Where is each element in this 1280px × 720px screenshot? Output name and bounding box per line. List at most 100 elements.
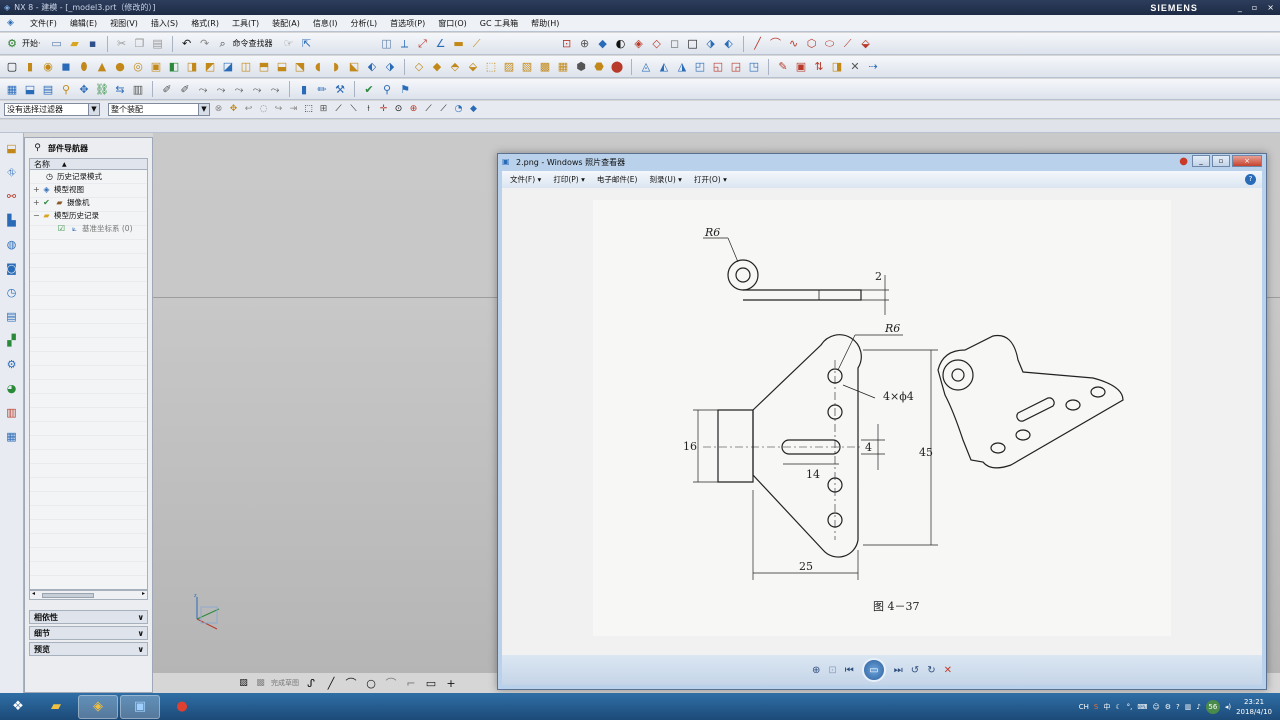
pattern-feature-icon[interactable]: ⬙ [465,59,481,75]
shaded-icon[interactable]: ◐ [613,36,629,52]
hidden-1-icon[interactable]: ✐ [159,81,175,97]
chamfer-icon[interactable]: ⌐ [403,675,419,691]
copy-icon[interactable]: ❐ [132,36,148,52]
clock[interactable]: 23:21 2018/4/10 [1236,697,1272,717]
snap-quadrant-icon[interactable]: ⊕ [407,103,420,116]
settings-icon[interactable]: ⚙ [1165,703,1171,711]
snap-center-icon[interactable]: ⊙ [392,103,405,116]
select-icon[interactable]: ⇱ [299,36,315,52]
menu-window[interactable]: 窗口(O) [438,18,467,29]
rotate-left-icon[interactable]: ↺ [911,665,919,676]
paste-icon[interactable]: ▤ [150,36,166,52]
hidden-7-icon[interactable]: ⤳ [267,81,283,97]
measure-distance-icon[interactable]: ⤢ [415,36,431,52]
rib-icon[interactable]: ◫ [238,59,254,75]
process-studio-icon[interactable]: ▞ [3,331,21,349]
reorder-icon[interactable]: ⇅ [811,59,827,75]
palette-icon[interactable]: ◕ [3,379,21,397]
web-browser-icon[interactable]: ◍ [3,235,21,253]
fit-icon[interactable]: ⊡ [559,36,575,52]
help-icon[interactable]: ? [1245,174,1256,185]
scroll-thumb[interactable] [42,593,94,598]
render-style-icon[interactable]: ◈ [631,36,647,52]
explode-icon[interactable]: ▥ [130,81,146,97]
scroll-left-icon[interactable]: ◂ [32,590,35,597]
report-icon[interactable]: ⚑ [397,81,413,97]
viewer-menu-open[interactable]: 打开(O) ▾ [694,174,727,185]
suppress-icon[interactable]: ◨ [829,59,845,75]
assembly-nav-icon[interactable]: ▦ [4,81,20,97]
hidden-4-icon[interactable]: ⤳ [213,81,229,97]
pencil-icon[interactable]: ✏ [314,81,330,97]
sketch-icon[interactable]: ▨ [237,677,250,690]
curve-rule-icon[interactable]: ↪ [272,103,285,116]
preview-panel[interactable]: 预览 ∨ [29,642,148,656]
menu-file[interactable]: 文件(F) [30,18,57,29]
orient-view-icon[interactable]: ◆ [595,36,611,52]
edges-icon[interactable]: ◇ [649,36,665,52]
surface-1-icon[interactable]: ◬ [638,59,654,75]
new-component-icon[interactable]: ▤ [40,81,56,97]
surface-6-icon[interactable]: ◲ [728,59,744,75]
new-file-icon[interactable]: ▭ [49,36,65,52]
undo-icon[interactable]: ↶ [179,36,195,52]
network-icon[interactable]: ▥ [1185,703,1192,711]
menu-information[interactable]: 信息(I) [313,18,338,29]
line-icon[interactable]: ╱ [750,36,766,52]
edit-feature-icon[interactable]: ✎ [775,59,791,75]
project-curve-icon[interactable]: ⬙ [858,36,874,52]
expand-toggle[interactable]: + [33,198,41,207]
surface-3-icon[interactable]: ◮ [674,59,690,75]
cut-icon[interactable]: ✂ [114,36,130,52]
trimetric-icon[interactable]: ⬗ [703,36,719,52]
snap-tangent-icon[interactable]: ⟋ [422,103,435,116]
app-menu-icon[interactable]: ◈ [4,17,17,30]
ellipse-icon[interactable]: ⬭ [822,36,838,52]
start-orb-icon[interactable]: ❖ [2,695,34,719]
menu-edit[interactable]: 编辑(E) [70,18,97,29]
polygon-icon[interactable]: ⬡ [804,36,820,52]
revolve-icon[interactable]: ◉ [40,59,56,75]
thicken-icon[interactable]: ▨ [501,59,517,75]
help-tray-icon[interactable]: ? [1176,703,1180,711]
datum-axis-icon[interactable]: ◆ [429,59,445,75]
visual-report-icon[interactable]: ▥ [3,403,21,421]
viewer-menu-print[interactable]: 打印(P) ▾ [553,174,585,185]
line-icon[interactable]: ╱ [323,675,339,691]
component-pattern-icon[interactable]: ⚲ [58,81,74,97]
hd3d-icon[interactable]: ▦ [3,427,21,445]
expand-toggle[interactable]: + [33,185,41,194]
photo-viewer-taskbar-icon[interactable]: ▣ [120,694,160,719]
redo-icon[interactable]: ↷ [197,36,213,52]
layer-icon[interactable]: ◫ [379,36,395,52]
previous-icon[interactable]: ⏮ [845,665,854,676]
menu-preferences[interactable]: 首选项(P) [390,18,425,29]
cylinder-icon[interactable]: ⬮ [76,59,92,75]
mirror-feature-icon[interactable]: ⬘ [447,59,463,75]
viewer-maximize-button[interactable]: ▫ [1212,155,1230,167]
wireframe-icon[interactable]: ◻ [667,36,683,52]
hole-icon[interactable]: ◎ [130,59,146,75]
arc-icon[interactable]: ⌒ [343,675,359,691]
boss-icon[interactable]: ▣ [148,59,164,75]
mirror-assembly-icon[interactable]: ⇆ [112,81,128,97]
snap-mid-icon[interactable]: ⟍ [347,103,360,116]
sphere-icon[interactable]: ● [112,59,128,75]
chevron-down-icon[interactable]: ∨ [138,613,145,622]
constraint-icon[interactable]: ⛓ [94,81,110,97]
recorder-taskbar-icon[interactable]: ● [162,695,202,719]
filter-reset-icon[interactable]: ⊗ [212,103,225,116]
horizontal-scrollbar[interactable]: ◂ ▸ [29,590,148,600]
background-icon[interactable]: □ [685,36,701,52]
edit-param-icon[interactable]: ▣ [793,59,809,75]
save-icon[interactable]: ▪ [85,36,101,52]
tray-badge[interactable]: 56 [1205,699,1220,714]
snap-end-icon[interactable]: ⟋ [332,103,345,116]
tree-node-history-mode[interactable]: ◷ 历史记录模式 [30,170,147,183]
pocket-icon[interactable]: ◧ [166,59,182,75]
chevron-down-icon[interactable]: ∨ [138,645,145,654]
slot-icon[interactable]: ◩ [202,59,218,75]
menu-format[interactable]: 格式(R) [191,18,219,29]
constraint-navigator-icon[interactable]: ⚯ [3,187,21,205]
groove-icon[interactable]: ◪ [220,59,236,75]
